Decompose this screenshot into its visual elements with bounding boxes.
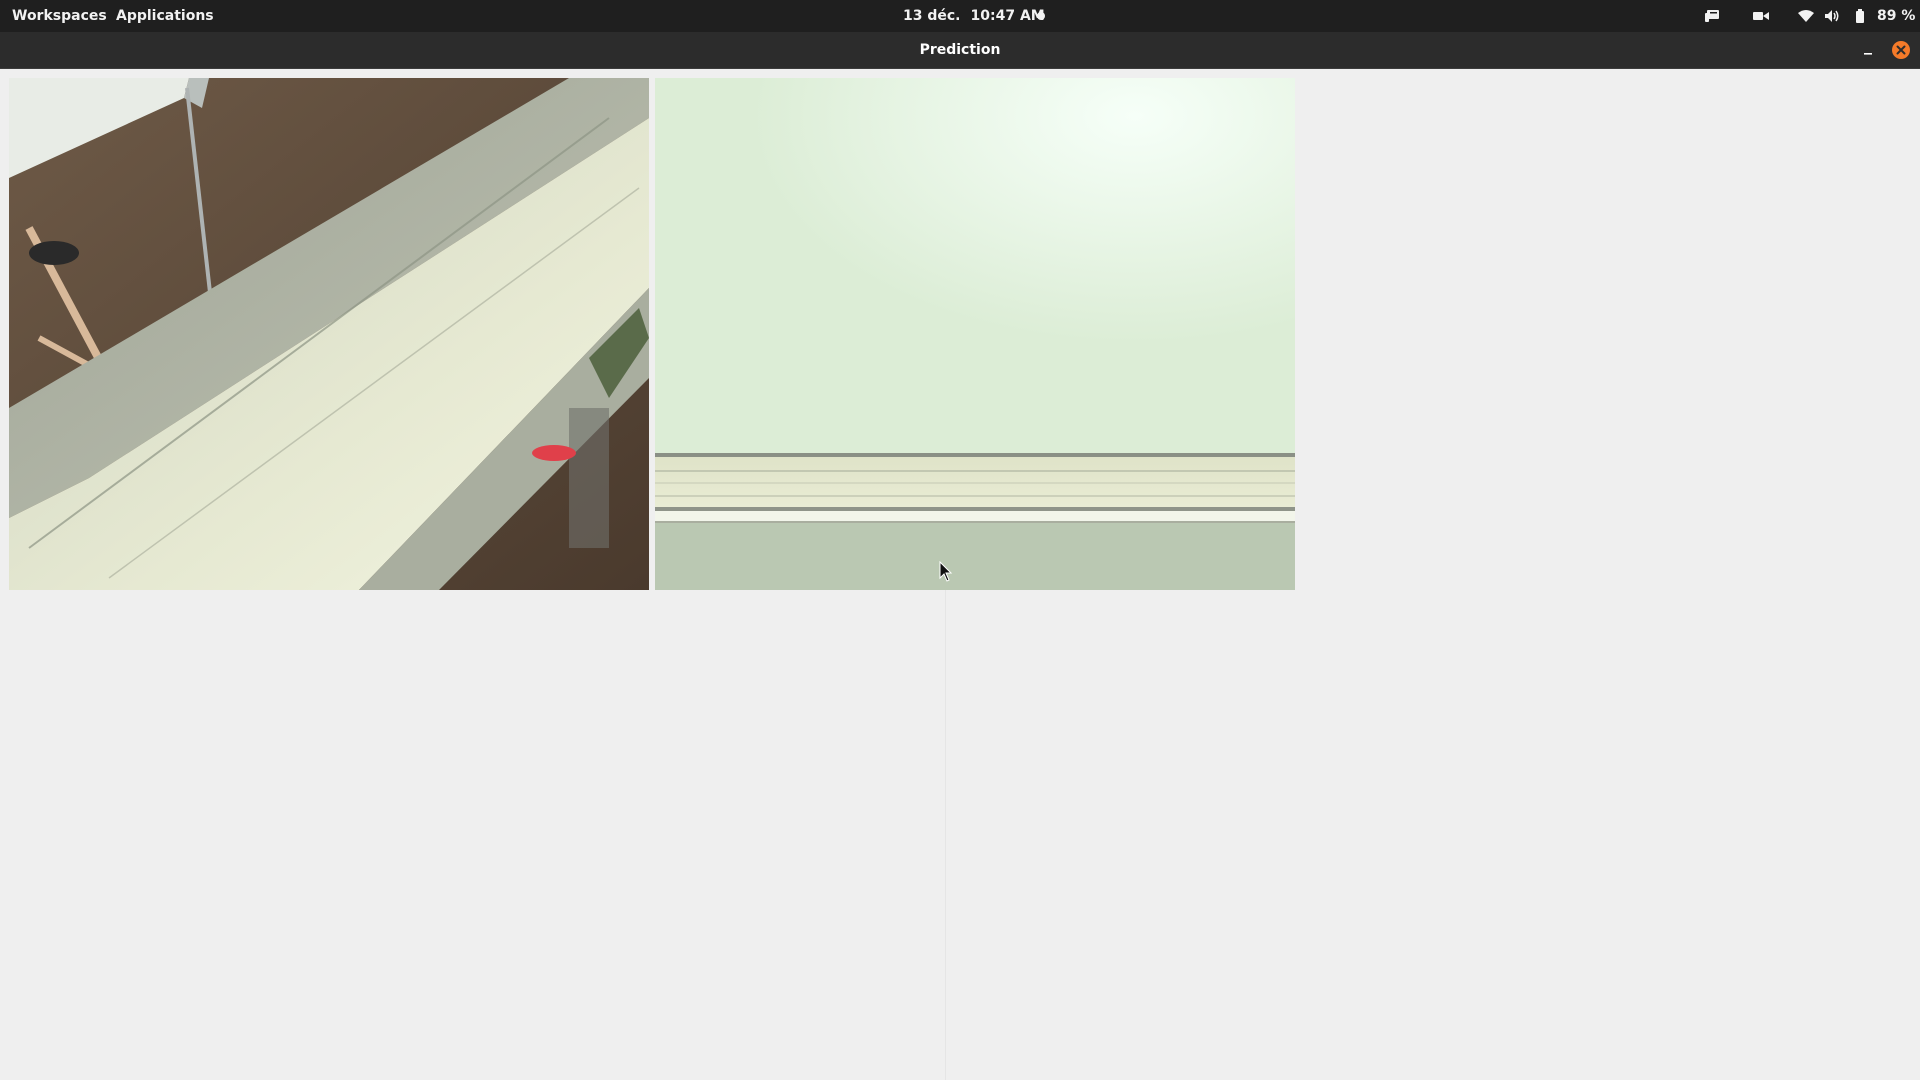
mouse-cursor-icon <box>939 561 953 582</box>
volume-icon[interactable] <box>1823 8 1841 24</box>
battery-icon[interactable] <box>1854 8 1866 24</box>
workspaces-menu[interactable]: Workspaces <box>12 0 107 32</box>
close-button[interactable] <box>1892 41 1910 59</box>
wifi-icon[interactable] <box>1797 8 1815 24</box>
applications-menu[interactable]: Applications <box>116 0 214 32</box>
camera-feed-left <box>9 78 649 590</box>
content-divider <box>945 589 946 1080</box>
system-top-bar: Workspaces Applications 13 déc. 10:47 AM … <box>0 0 1920 32</box>
camera-icon[interactable] <box>1752 8 1770 24</box>
minimize-button[interactable] <box>1858 43 1878 59</box>
clock-time: 10:47 AM <box>970 8 1045 24</box>
clock-date: 13 déc. <box>903 8 961 24</box>
window-title: Prediction <box>919 42 1001 58</box>
close-icon <box>1896 45 1906 55</box>
window-titlebar[interactable]: Prediction <box>0 32 1920 69</box>
camera-image-left <box>9 78 649 590</box>
notifications-icon[interactable] <box>1704 8 1722 24</box>
camera-feed-right <box>655 78 1295 590</box>
clock[interactable]: 13 déc. 10:47 AM <box>903 0 1045 32</box>
battery-percentage[interactable]: 89 % <box>1877 0 1915 32</box>
camera-image-right <box>655 78 1295 590</box>
status-dot-icon <box>1037 12 1045 20</box>
